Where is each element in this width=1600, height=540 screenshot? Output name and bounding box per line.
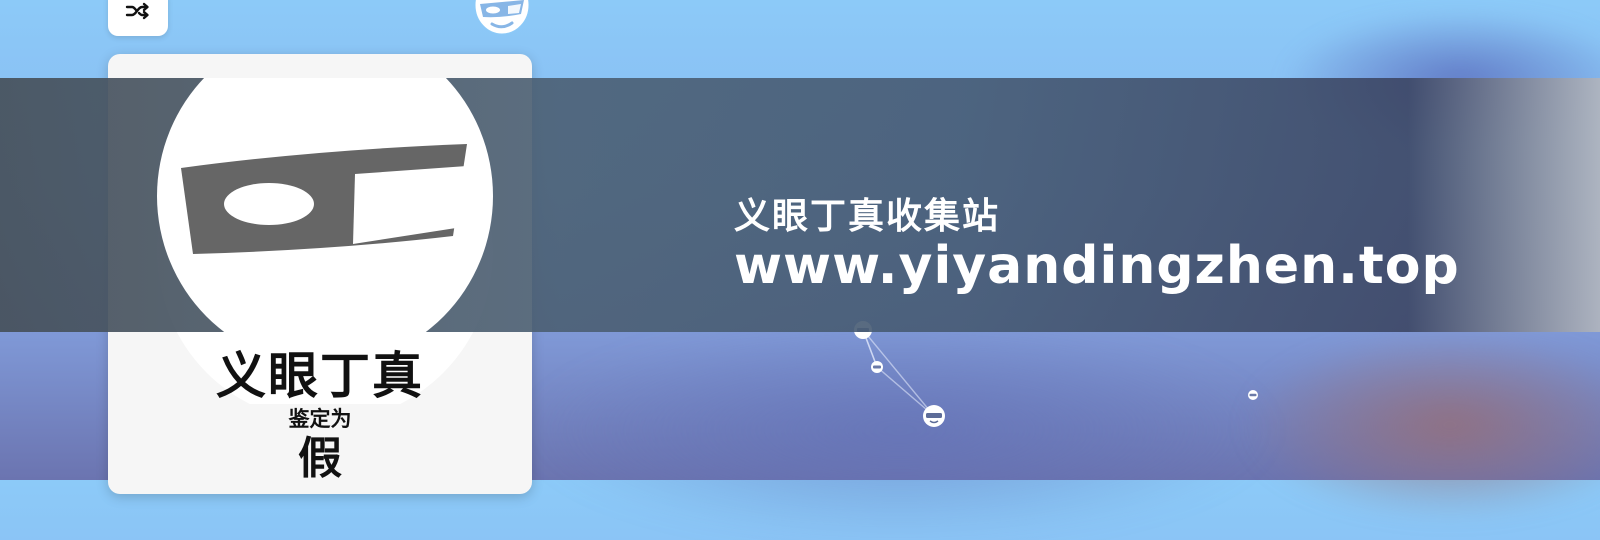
graph-edge [876, 366, 935, 417]
graph-node[interactable] [923, 405, 945, 427]
site-title: 义眼丁真收集站 [734, 196, 1001, 237]
graph-node[interactable] [1248, 390, 1258, 400]
graph-edge [862, 329, 935, 417]
site-url[interactable]: www.yiyandingzhen.top [734, 238, 1460, 294]
mask-face-illustration [157, 78, 493, 332]
graph-node[interactable] [871, 361, 883, 373]
banner-text: 义眼丁真收集站 www.yiyandingzhen.top [734, 196, 1460, 294]
